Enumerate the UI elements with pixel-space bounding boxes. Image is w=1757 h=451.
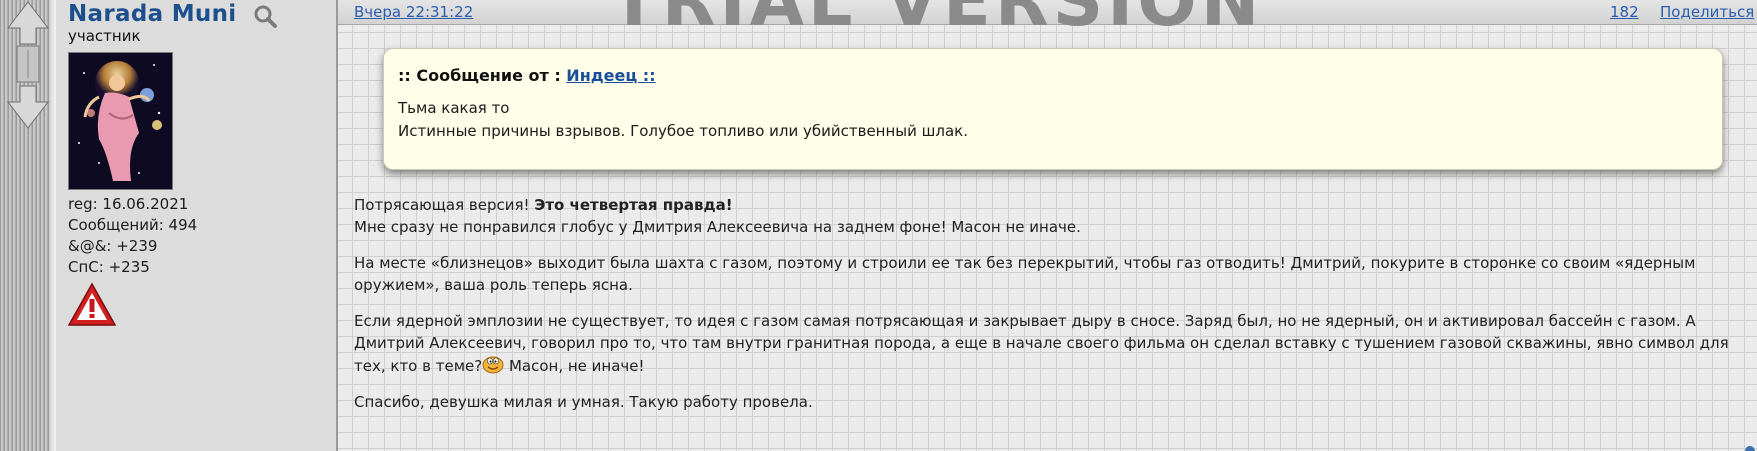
scroll-corner-icon[interactable] xyxy=(1744,444,1756,451)
quote-line: Истинные причины взрывов. Голубое топлив… xyxy=(398,122,968,140)
post-content: Потрясающая версия! Это четвертая правда… xyxy=(354,194,1744,427)
warning-icon[interactable] xyxy=(67,282,117,327)
p1-line2: Мне сразу не понравился глобус у Дмитрия… xyxy=(354,218,1081,236)
arrows-icon xyxy=(6,1,50,129)
reputation: &@&: +239 xyxy=(68,237,158,255)
smiley-icon xyxy=(482,356,504,374)
share-link[interactable]: Поделиться xyxy=(1660,3,1754,21)
username-link[interactable]: Narada Muni xyxy=(68,1,236,27)
paragraph-3: Если ядерной эмплозии не существует, то … xyxy=(354,310,1744,377)
quote-box: :: Сообщение от : Индеец :: Тьма какая т… xyxy=(383,48,1723,170)
quote-line: Тьма какая то xyxy=(398,99,510,117)
trial-watermark: TRIAL VERSION xyxy=(610,0,1264,42)
post-header: TRIAL VERSION Вчера 22:31:22 182 Поделит… xyxy=(338,0,1757,42)
user-panel: Narada Muni участник reg: 16.06.2021 Соо… xyxy=(56,0,338,451)
post-number-link[interactable]: 182 xyxy=(1610,3,1639,21)
quote-author-link[interactable]: Индеец :: xyxy=(566,66,655,85)
avatar[interactable] xyxy=(68,52,173,190)
paragraph-1: Потрясающая версия! Это четвертая правда… xyxy=(354,194,1744,238)
decorative-strip xyxy=(0,0,52,451)
paragraph-4: Спасибо, девушка милая и умная. Такую ра… xyxy=(354,393,813,411)
paragraph-2: На месте «близнецов» выходит была шахта … xyxy=(354,254,1696,294)
search-icon[interactable] xyxy=(252,3,278,29)
post: TRIAL VERSION Вчера 22:31:22 182 Поделит… xyxy=(338,0,1757,451)
reg-date: reg: 16.06.2021 xyxy=(68,195,189,213)
p3-tail: Масон, не иначе! xyxy=(504,357,645,375)
user-stats: reg: 16.06.2021 Сообщений: 494 &@&: +239… xyxy=(68,194,197,278)
post-date-link[interactable]: Вчера 22:31:22 xyxy=(354,3,473,21)
quote-body: Тьма какая то Истинные причины взрывов. … xyxy=(398,97,968,143)
post-count: Сообщений: 494 xyxy=(68,216,198,234)
p1-bold: Это четвертая правда! xyxy=(534,196,733,214)
quote-prefix: :: Сообщение от : xyxy=(398,66,567,85)
user-rank: участник xyxy=(68,27,141,45)
thanks-count: СпС: +235 xyxy=(68,258,150,276)
quote-header: :: Сообщение от : Индеец :: xyxy=(398,66,656,85)
p1-intro: Потрясающая версия! xyxy=(354,196,535,214)
